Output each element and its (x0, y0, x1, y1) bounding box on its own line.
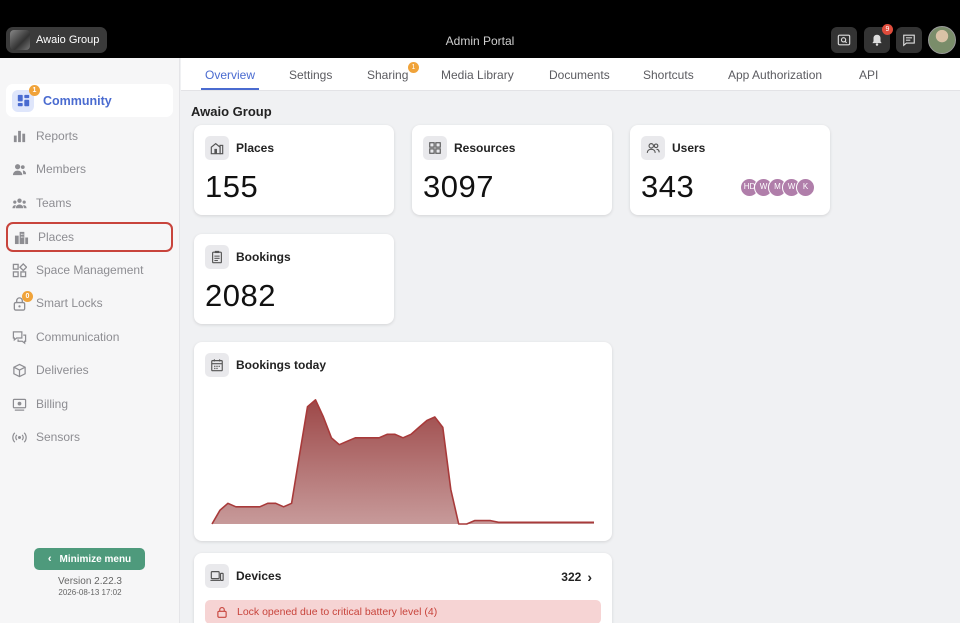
buildings-icon (14, 230, 29, 245)
teams-icon (12, 196, 27, 211)
active-tab-indicator (201, 88, 259, 90)
user-avatars: HD W M W K (740, 178, 815, 197)
sidebar-item-label: Space Management (36, 263, 144, 277)
sidebar-item-label: Smart Locks (36, 296, 103, 310)
sidebar-item-communication[interactable]: Communication (6, 322, 173, 352)
tab-settings[interactable]: Settings (289, 68, 332, 82)
bookings-count: 2082 (205, 278, 276, 313)
chevron-right-icon: › (587, 569, 592, 585)
sidebar-item-smart-locks[interactable]: 0 Smart Locks (6, 288, 173, 318)
card-label: Users (672, 141, 706, 155)
sidebar-item-label: Communication (36, 330, 120, 344)
sidebar-item-community[interactable]: 1 Community (6, 84, 173, 117)
sidebar-item-places[interactable]: Places (6, 222, 173, 252)
shapes-icon (12, 262, 27, 278)
sidebar-item-label: Billing (36, 397, 69, 411)
sidebar-item-label: Reports (36, 129, 79, 143)
sidebar-item-label: Deliveries (36, 363, 89, 377)
card-label: Resources (454, 141, 516, 155)
tab-documents[interactable]: Documents (549, 68, 610, 82)
minimize-label: Minimize menu (59, 553, 132, 565)
smart-locks-badge: 0 (22, 290, 33, 302)
community-badge: 1 (29, 84, 40, 96)
tab-overview[interactable]: Overview (205, 68, 255, 82)
devices-count-link[interactable]: 322 › (561, 570, 592, 584)
bookings-card[interactable]: Bookings 2082 (194, 234, 394, 324)
sidebar-item-label: Members (36, 162, 87, 176)
search-button[interactable] (831, 27, 857, 53)
resources-count: 3097 (423, 169, 494, 204)
sidebar: 1 Community Reports Members Teams Places… (0, 58, 180, 623)
sidebar-item-teams[interactable]: Teams (6, 188, 173, 218)
tab-api[interactable]: API (859, 68, 878, 82)
tab-media-library[interactable]: Media Library (441, 68, 514, 82)
top-bar: Awaio Group Admin Portal 9 (0, 0, 960, 58)
sidebar-item-sensors[interactable]: Sensors (6, 422, 173, 452)
sidebar-item-label: Places (38, 230, 75, 244)
clipboard-icon (205, 245, 229, 269)
alert-text: Lock opened due to critical battery leve… (237, 606, 438, 618)
devices-count: 322 (561, 570, 582, 584)
bell-icon (872, 34, 882, 46)
lock-icon (217, 606, 227, 618)
tab-sharing[interactable]: Sharing (367, 68, 408, 82)
sidebar-item-label: Teams (36, 196, 72, 210)
bookings-area (212, 399, 594, 524)
search-icon (837, 34, 851, 46)
devices-card[interactable]: Devices 322 › Lock opened due to critica… (194, 553, 612, 623)
places-count: 155 (205, 169, 259, 204)
avatar: K (796, 178, 815, 197)
bookings-today-card[interactable]: Bookings today (194, 342, 612, 541)
tab-shortcuts[interactable]: Shortcuts (643, 68, 694, 82)
bar-chart-icon (12, 129, 27, 144)
tab-bar: Overview Settings Sharing 1 Media Librar… (181, 58, 960, 91)
sidebar-item-billing[interactable]: Billing (6, 389, 173, 419)
sharing-badge: 1 (408, 62, 419, 73)
users-card[interactable]: Users 343 HD W M W K (630, 125, 830, 215)
sidebar-item-deliveries[interactable]: Deliveries (6, 355, 173, 385)
card-label: Places (236, 141, 275, 155)
sidebar-item-reports[interactable]: Reports (6, 121, 173, 151)
billing-icon (12, 397, 27, 412)
card-label: Devices (236, 569, 282, 583)
messages-button[interactable] (896, 27, 922, 53)
users-icon (641, 136, 665, 160)
devices-icon (205, 564, 229, 588)
places-card[interactable]: Places 155 (194, 125, 394, 215)
notifications-button[interactable]: 9 (864, 24, 893, 53)
lock-icon: 0 (12, 290, 33, 311)
buildings-icon (205, 136, 229, 160)
card-label: Bookings (236, 250, 291, 264)
message-icon (903, 34, 915, 47)
grid-icon (423, 136, 447, 160)
chat-icon (12, 330, 27, 345)
notification-badge: 9 (882, 24, 893, 35)
sidebar-item-label: Community (43, 93, 112, 108)
resources-card[interactable]: Resources 3097 (412, 125, 612, 215)
app-version: Version 2.22.3 (58, 576, 122, 587)
battery-alert[interactable]: Lock opened due to critical battery leve… (205, 600, 601, 623)
page-title: Awaio Group (191, 104, 272, 119)
members-icon (12, 162, 27, 177)
sidebar-item-label: Sensors (36, 430, 81, 444)
minimize-menu-button[interactable]: ‹ Minimize menu (34, 548, 145, 570)
sensor-icon (12, 430, 27, 445)
chevron-left-icon: ‹ (47, 553, 52, 565)
build-date: 2026-08-13 17:02 (58, 588, 122, 597)
tab-app-authorization[interactable]: App Authorization (728, 68, 822, 82)
bookings-today-chart (211, 399, 594, 525)
portal-title: Admin Portal (445, 34, 515, 48)
sidebar-item-members[interactable]: Members (6, 154, 173, 184)
sidebar-item-space-management[interactable]: Space Management (6, 255, 173, 285)
grid-icon: 1 (12, 84, 40, 112)
box-icon (12, 363, 27, 378)
users-count: 343 (641, 169, 695, 204)
user-avatar[interactable] (928, 26, 956, 54)
